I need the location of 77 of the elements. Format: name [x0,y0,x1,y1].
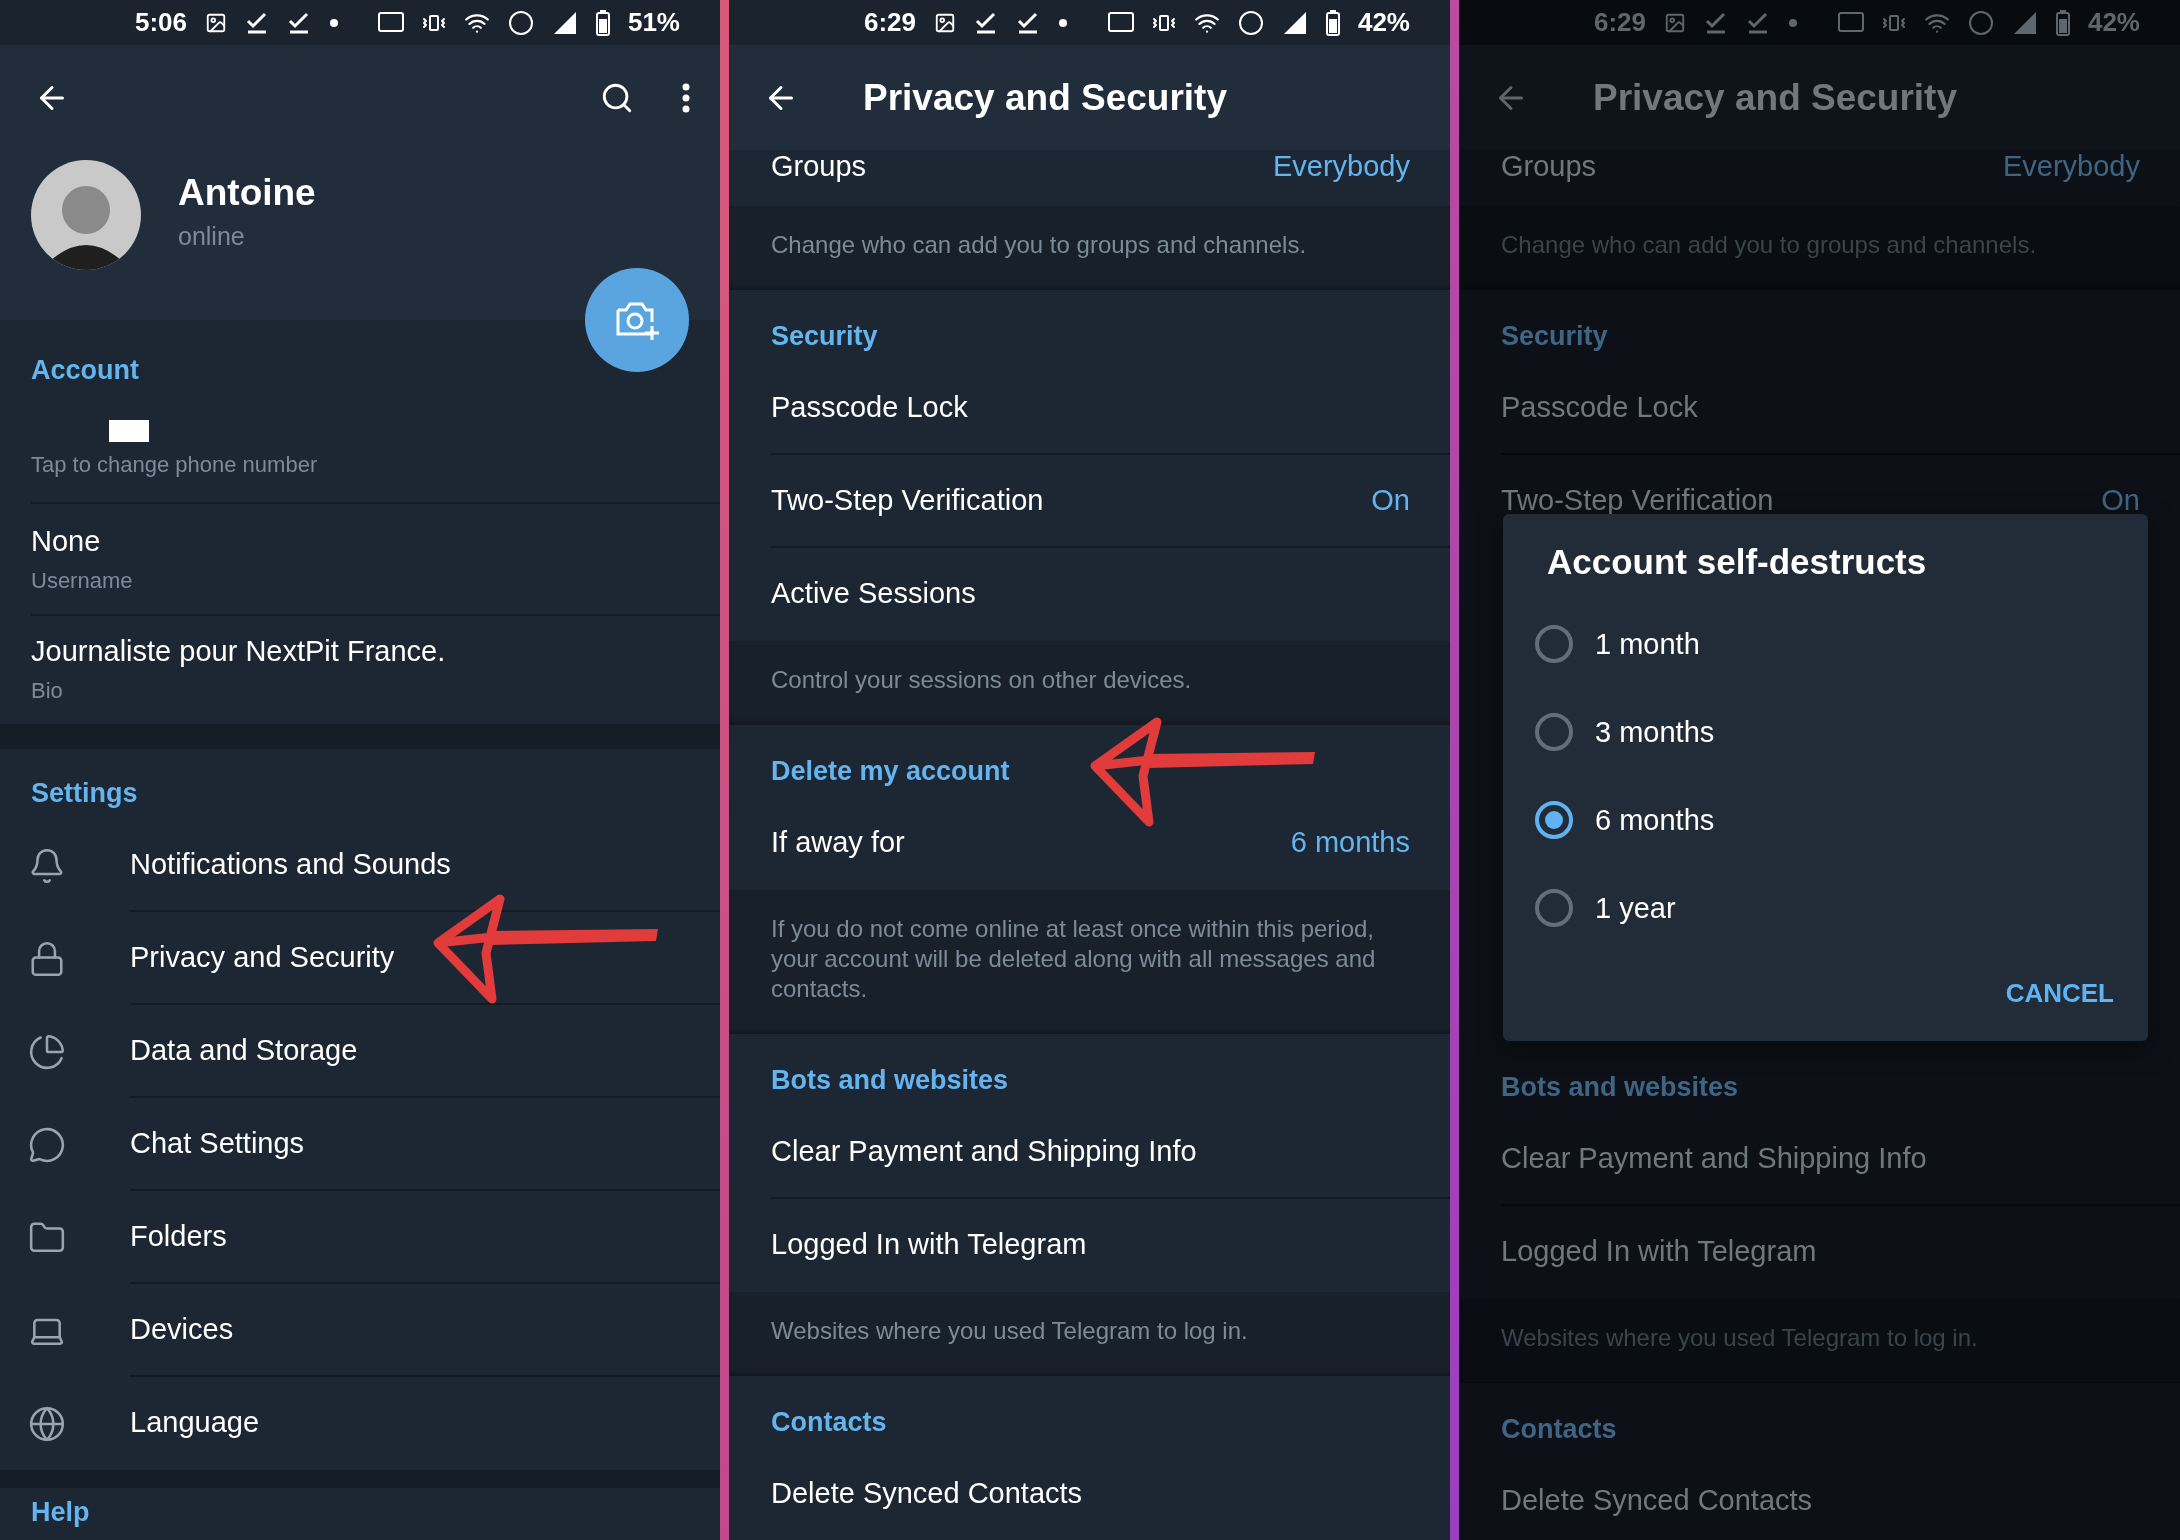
lock-icon [28,939,66,978]
settings-row[interactable]: If away for 6 months [771,797,1450,890]
section-header: Settings [31,778,138,809]
image-icon [205,11,228,34]
section-header: Security [1501,321,1608,352]
status-time: 6:29 [1594,7,1647,38]
battery-icon [1325,9,1340,36]
radio-option[interactable]: 3 months [1535,688,2116,776]
profile-status: online [178,222,246,251]
battery-icon [595,9,610,36]
row-value: On [1371,484,1410,517]
hint-text: If you do not come online at least once within this period, your account will be deleted along with all messages and contacts. [771,914,1377,1004]
radio-button[interactable] [1535,625,1573,663]
settings-row[interactable]: Clear Payment and Shipping Info [1501,1113,2180,1206]
dot-icon [1058,17,1069,28]
row-value: On [2101,484,2140,517]
row-value: 6 months [1290,826,1410,859]
more-icon [682,82,690,113]
image-icon [1664,11,1687,34]
bio-label: Bio [31,677,64,704]
row-value: Everybody [2003,150,2140,183]
chat-bubble-icon [28,1125,66,1164]
globe-icon [28,1404,66,1443]
settings-row[interactable]: Groups Everybody [1501,150,2180,206]
section-header: Delete my account [771,756,1010,787]
section-header: Contacts [771,1407,887,1438]
dot-icon [329,17,340,28]
settings-row[interactable]: Passcode Lock [1501,362,2180,455]
settings-item[interactable]: Language [130,1377,720,1470]
hint-text: Change who can add you to groups and channels. [1501,230,2038,260]
hint-text: Websites where you used Telegram to log in. [771,1316,1249,1346]
section-header: Account [31,355,139,386]
battery-percent: 42% [1357,7,1410,38]
username-label: Username [31,567,134,594]
settings-row[interactable]: Logged In with Telegram [1501,1206,2180,1299]
settings-row[interactable]: Groups Everybody [771,150,1450,206]
radio-button[interactable] [1535,713,1573,751]
settings-row[interactable]: Delete Synced Contacts [1501,1455,2180,1540]
settings-row[interactable]: Active Sessions [771,548,1450,641]
phone-hint: Tap to change phone number [31,452,319,478]
radio-button[interactable] [1535,889,1573,927]
image-icon [934,11,957,34]
bio-value: Journaliste pour NextPit France. [31,634,447,668]
row-value: Everybody [1273,150,1410,183]
screen-title: Privacy and Security [1593,76,1958,119]
hint-text: Change who can add you to groups and channels. [771,230,1308,260]
radio-button[interactable] [1535,801,1573,839]
screen-title: Privacy and Security [863,76,1228,119]
hint-text: Control your sessions on other devices. [771,665,1193,695]
battery-icon [2055,9,2070,36]
pie-chart-icon [28,1032,66,1071]
option-label: 1 year [1595,891,1676,925]
settings-row[interactable]: Logged In with Telegram [771,1199,1450,1292]
username-value: None [31,524,102,558]
section-header: Help [31,1497,90,1528]
option-label: 3 months [1595,715,1715,749]
battery-percent: 51% [627,7,680,38]
phone-row[interactable]: Tap to change phone number [31,396,720,504]
option-label: 1 month [1595,627,1700,661]
section-header: Bots and websites [771,1065,1009,1096]
battery-percent: 42% [2087,7,2140,38]
cancel-button[interactable]: CANCEL [2003,968,2116,1019]
status-time: 5:06 [135,7,188,38]
radio-option[interactable]: 1 month [1535,600,2116,688]
radio-option[interactable]: 1 year [1535,864,2116,952]
dot-icon [1788,17,1799,28]
status-time: 6:29 [864,7,917,38]
section-header: Security [771,321,878,352]
redaction-block [109,420,149,442]
hint-text: Websites where you used Telegram to log in. [1501,1323,1979,1353]
settings-row[interactable]: Delete Synced Contacts [771,1448,1450,1540]
option-label: 6 months [1595,803,1715,837]
profile-name: Antoine [178,172,316,214]
section-header: Contacts [1501,1414,1617,1445]
dialog-title: Account self-destructs [1547,542,1928,582]
radio-option[interactable]: 6 months [1535,776,2116,864]
section-header: Bots and websites [1501,1072,1739,1103]
